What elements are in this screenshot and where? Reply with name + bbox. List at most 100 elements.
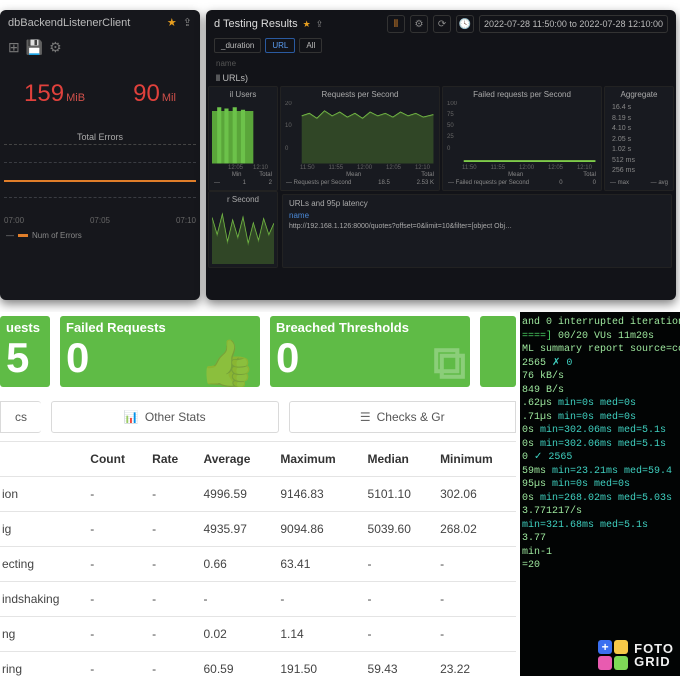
cell-label: indshaking (0, 582, 82, 617)
panelB-filters: _duration URL All (206, 38, 676, 57)
cell-rate: - (144, 582, 195, 617)
tab-metrics[interactable]: cs (0, 401, 41, 433)
th-minimum[interactable]: Minimum (432, 442, 516, 477)
terminal-line: .62µs min=0s med=0s (522, 397, 678, 411)
stat-memory-value: 159 (24, 80, 64, 107)
stat-memory-unit: MiB (66, 92, 85, 104)
cell-rate: - (144, 617, 195, 652)
chart-per-second[interactable]: r Second (208, 191, 278, 268)
settings-icon[interactable]: ⚙ (410, 15, 428, 33)
star-icon[interactable]: ★ (167, 16, 177, 29)
stats-icon: 📊 (124, 410, 139, 424)
settings-icon[interactable]: ⚙ (49, 39, 62, 56)
filter-duration[interactable]: _duration (214, 38, 261, 53)
tab-checks[interactable]: ☰Checks & Gr (289, 401, 517, 433)
cell-min: 23.22 (432, 652, 516, 686)
thumbs-up-icon: 👍 (199, 336, 256, 387)
panelA-legend: — Num of Errors (0, 227, 200, 244)
filter-all[interactable]: All (299, 38, 322, 53)
fotogrid-watermark: FOTO GRID (598, 640, 674, 670)
terminal-line: ====] 00/20 VUs 11m20s (522, 330, 678, 344)
time-range[interactable]: 2022-07-28 11:50:00 to 2022-07-28 12:10:… (479, 15, 668, 33)
legend-avg: — avg (651, 180, 668, 186)
panelA-chart[interactable] (4, 144, 196, 214)
cell-count: - (82, 652, 144, 686)
th-rate[interactable]: Rate (144, 442, 195, 477)
cell-max: 9146.83 (272, 477, 359, 512)
stat-memory: 159MiB (24, 80, 85, 108)
col-total: Total (421, 172, 434, 178)
star-icon[interactable]: ★ (303, 19, 311, 30)
cell-label: ring (0, 652, 82, 686)
legend-val: 18.5 (378, 180, 390, 186)
alert-icon[interactable]: ⫴ (387, 15, 405, 33)
chart-aggregate[interactable]: Aggregate 16.4 s 8.19 s 4.10 s 2.05 s 1.… (604, 86, 674, 191)
panelA-title: dbBackendListenerClient (8, 17, 161, 29)
agg-row: 256 ms (612, 166, 666, 177)
share-icon[interactable]: ⇪ (316, 19, 324, 30)
cell-count: - (82, 617, 144, 652)
cell-min: - (432, 582, 516, 617)
th-median[interactable]: Median (360, 442, 433, 477)
cell-max: 191.50 (272, 652, 359, 686)
panel-terminal[interactable]: and 0 interrupted iterations====] 00/20 … (520, 312, 680, 676)
aggregate-values: 16.4 s 8.19 s 4.10 s 2.05 s 1.02 s 512 m… (608, 101, 670, 179)
chart-users[interactable]: il Users 12:0512:10 MinTotal —12 (208, 86, 278, 191)
refresh-icon[interactable]: ⟳ (433, 15, 451, 33)
th-average[interactable]: Average (195, 442, 272, 477)
save-icon[interactable]: 💾 (26, 39, 43, 56)
cell-min: 302.06 (432, 477, 516, 512)
cell-med: - (360, 617, 433, 652)
table-row: ecting--0.6663.41-- (0, 547, 516, 582)
chart-failed-title: Failed requests per Second (446, 90, 598, 99)
legend-val: 2 (269, 180, 272, 186)
stat-other-value: 90 (133, 80, 160, 107)
tab-label: Checks & Gr (377, 410, 445, 424)
panelB-header: d Testing Results ★ ⇪ ⫴ ⚙ ⟳ 🕓 2022-07-28… (206, 10, 676, 38)
terminal-line: 76 kB/s (522, 370, 678, 384)
fotogrid-text: FOTO GRID (634, 642, 674, 668)
panelB-second-row: r Second URLs and 95p latency name http:… (206, 191, 676, 268)
agg-row: 4.10 s (612, 124, 666, 135)
panelA-xaxis: 07:00 07:05 07:10 (0, 214, 200, 227)
fotogrid-icon (598, 640, 628, 670)
cell-med: - (360, 582, 433, 617)
filter-url[interactable]: URL (265, 38, 295, 53)
cell-count: - (82, 477, 144, 512)
cell-avg: 0.66 (195, 547, 272, 582)
panelA-toolbar: ⊞ 💾 ⚙ (0, 35, 200, 60)
fotogrid-line2: GRID (634, 655, 674, 668)
stat-other-unit: Mil (162, 92, 176, 104)
summary-cards: uests 5 Failed Requests 0 👍 Breached Thr… (0, 312, 516, 401)
add-panel-icon[interactable]: ⊞ (8, 39, 20, 56)
legend-max: — max (610, 180, 629, 186)
chart-aggregate-title: Aggregate (608, 90, 670, 99)
card-extra (480, 316, 516, 387)
search-placeholder[interactable]: name (206, 57, 676, 70)
urls-row[interactable]: http://192.168.1.126:8000/quotes?offset=… (289, 223, 665, 230)
cell-max: 9094.86 (272, 512, 359, 547)
col-total: Total (259, 172, 272, 178)
th-count[interactable]: Count (82, 442, 144, 477)
cell-label: ecting (0, 547, 82, 582)
cell-med: 5101.10 (360, 477, 433, 512)
panelB-chart-row: il Users 12:0512:10 MinTotal —12 Request… (206, 86, 676, 191)
chart-rps[interactable]: Requests per Second 20100 11:50 11:55 12… (280, 86, 440, 191)
terminal-line: 849 B/s (522, 384, 678, 398)
agg-row: 16.4 s (612, 103, 666, 114)
cell-min: - (432, 617, 516, 652)
share-icon[interactable]: ⇪ (183, 16, 192, 29)
cell-med: - (360, 547, 433, 582)
report-tabs: cs 📊Other Stats ☰Checks & Gr (0, 401, 516, 433)
legend-val: 2.53 K (417, 180, 434, 186)
stat-other: 90Mil (133, 80, 176, 108)
tab-label: cs (15, 410, 27, 424)
panel-influx-client: dbBackendListenerClient ★ ⇪ ⊞ 💾 ⚙ 159MiB… (0, 10, 200, 300)
agg-row: 8.19 s (612, 114, 666, 125)
th-maximum[interactable]: Maximum (272, 442, 359, 477)
chart-failed[interactable]: Failed requests per Second 100 75 50 25 … (442, 86, 602, 191)
cell-label: ig (0, 512, 82, 547)
panel-urls-latency[interactable]: URLs and 95p latency name http://192.168… (282, 194, 672, 268)
legend-label: Requests per Second (294, 180, 352, 186)
tab-other-stats[interactable]: 📊Other Stats (51, 401, 279, 433)
